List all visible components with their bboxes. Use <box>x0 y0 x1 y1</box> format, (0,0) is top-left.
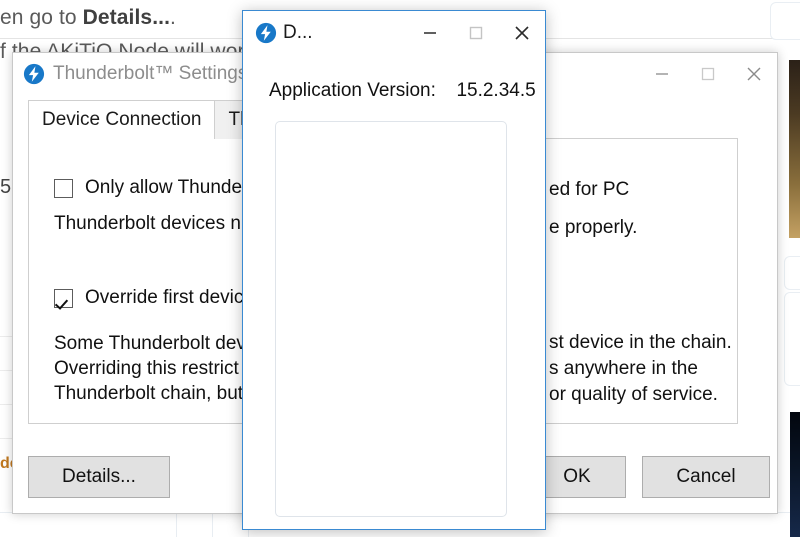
only-allow-description-right-line1: ed for PC <box>549 179 630 200</box>
settings-tabstrip: Device Connection Thu <box>28 100 276 139</box>
override-description-left: Some Thunderbolt dev Overriding this res… <box>54 333 246 404</box>
minimize-icon <box>424 32 436 34</box>
settings-window-controls <box>639 53 777 95</box>
details-button-label: Details... <box>62 466 136 487</box>
thunderbolt-icon <box>23 63 45 85</box>
settings-maximize-button[interactable] <box>685 53 731 95</box>
override-first-device-checkbox[interactable] <box>54 288 73 308</box>
background-left-marker: 5 <box>0 176 12 198</box>
details-window-controls <box>407 11 545 55</box>
background-card <box>784 256 800 290</box>
only-allow-description-right-line2: e properly. <box>549 217 638 238</box>
background-photo-navy <box>790 412 800 537</box>
settings-close-button[interactable] <box>731 53 777 95</box>
background-card <box>770 2 800 40</box>
details-titlebar[interactable]: D... <box>243 11 545 55</box>
background-heading-line: en go to Details.... <box>0 6 176 30</box>
settings-title: Thunderbolt™ Settings <box>53 63 248 84</box>
only-allow-description-left: Thunderbolt devices n <box>54 213 241 234</box>
only-allow-checkbox[interactable] <box>54 178 73 198</box>
details-dialog-window: D... Application Version: 15.2.34.5 <box>242 10 546 530</box>
only-allow-label: Only allow Thunder <box>85 177 249 198</box>
close-icon <box>747 67 761 81</box>
background-grid-line <box>212 512 213 537</box>
checkbox-row-override[interactable]: Override first device <box>54 287 254 309</box>
details-maximize-button[interactable] <box>453 11 499 55</box>
cancel-button-label: Cancel <box>676 466 736 487</box>
application-version-label: Application Version: <box>269 80 436 101</box>
background-photo-gold <box>789 60 800 238</box>
ok-button-label: OK <box>563 466 591 487</box>
application-version-value: 15.2.34.5 <box>456 80 536 101</box>
checkbox-row-only-allow[interactable]: Only allow Thunder <box>54 177 248 199</box>
details-title: D... <box>283 22 313 43</box>
background-heading-suffix: . <box>170 6 176 29</box>
details-listbox[interactable] <box>275 121 507 517</box>
tab-device-connection-label: Device Connection <box>42 108 202 130</box>
background-heading-prefix: en go to <box>0 6 83 29</box>
thunderbolt-icon <box>255 22 277 44</box>
cancel-button[interactable]: Cancel <box>642 456 770 498</box>
maximize-icon <box>469 26 483 40</box>
details-close-button[interactable] <box>499 11 545 55</box>
override-first-device-label: Override first device <box>85 287 254 308</box>
tab-device-connection[interactable]: Device Connection <box>28 100 216 139</box>
background-card <box>784 292 800 386</box>
maximize-icon <box>701 67 715 81</box>
close-icon <box>515 26 529 40</box>
details-minimize-button[interactable] <box>407 11 453 55</box>
application-version-row: Application Version: 15.2.34.5 <box>269 80 536 102</box>
override-description-right: st device in the chain. s anywhere in th… <box>549 332 732 405</box>
background-heading-bold: Details... <box>82 6 171 29</box>
background-grid-line <box>176 512 177 537</box>
details-button[interactable]: Details... <box>28 456 170 498</box>
screenshot-root: en go to Details.... f the AKiTiO Node w… <box>0 0 800 537</box>
minimize-icon <box>656 73 668 75</box>
settings-minimize-button[interactable] <box>639 53 685 95</box>
